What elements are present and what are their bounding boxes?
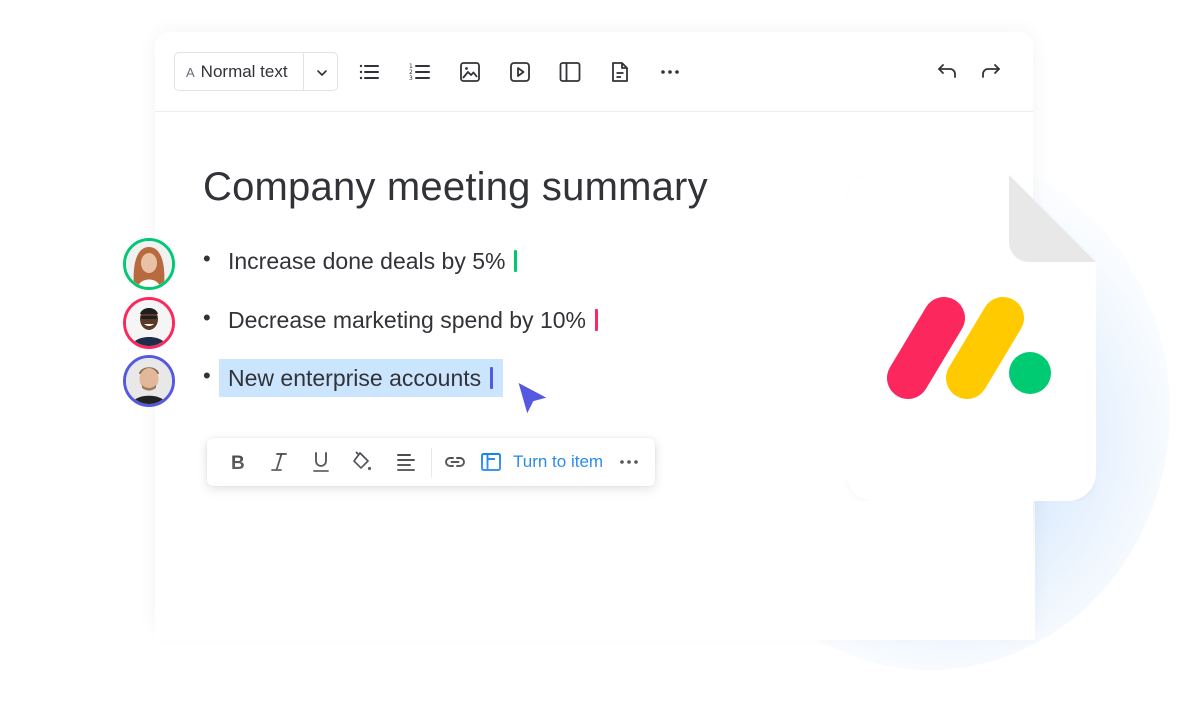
- image-icon[interactable]: [458, 60, 482, 84]
- more-horizontal-icon[interactable]: [658, 60, 682, 84]
- bulleted-list-icon[interactable]: [357, 60, 381, 84]
- chevron-down-icon[interactable]: [312, 63, 332, 83]
- collaborator-caret: [594, 309, 598, 331]
- logo-red-bar: [887, 297, 965, 399]
- redo-icon[interactable]: [979, 60, 1003, 84]
- video-play-icon[interactable]: [508, 60, 532, 84]
- avatar[interactable]: [123, 355, 175, 407]
- collaborator-caret: [514, 250, 518, 272]
- logo-green-dot: [1009, 352, 1051, 394]
- font-a-icon: A: [186, 65, 195, 80]
- text-style-value: Normal text: [200, 61, 288, 81]
- list-item[interactable]: • New enterprise accounts: [123, 355, 855, 407]
- svg-text:3: 3: [409, 75, 413, 82]
- collaborator-caret: [490, 367, 494, 389]
- list-item[interactable]: • Decrease marketing spend by 10%: [123, 297, 855, 349]
- text-style-dropdown[interactable]: A Normal text: [174, 52, 338, 91]
- avatar[interactable]: [123, 238, 175, 290]
- bullet-text[interactable]: New enterprise accounts: [219, 359, 504, 397]
- avatar[interactable]: [123, 297, 175, 349]
- editor-toolbar: A Normal text 1 2 3: [155, 32, 1033, 112]
- bullet-glyph: •: [203, 363, 211, 388]
- monday-logo: [846, 175, 1096, 501]
- document-icon[interactable]: [608, 60, 632, 84]
- layout-columns-icon[interactable]: [558, 60, 582, 84]
- numbered-list-icon[interactable]: 1 2 3: [408, 60, 432, 84]
- bullet-glyph: •: [203, 305, 211, 330]
- bullet-text[interactable]: Increase done deals by 5%: [228, 248, 518, 275]
- list-item[interactable]: • Increase done deals by 5%: [123, 238, 855, 290]
- logo-yellow-bar: [946, 297, 1024, 399]
- dropdown-divider: [303, 53, 304, 90]
- mouse-pointer-icon: [513, 378, 553, 420]
- document-title[interactable]: Company meeting summary: [203, 165, 708, 210]
- bullet-glyph: •: [203, 246, 211, 271]
- bullet-text[interactable]: Decrease marketing spend by 10%: [228, 307, 598, 334]
- selected-text[interactable]: New enterprise accounts: [219, 359, 504, 397]
- undo-icon[interactable]: [935, 60, 959, 84]
